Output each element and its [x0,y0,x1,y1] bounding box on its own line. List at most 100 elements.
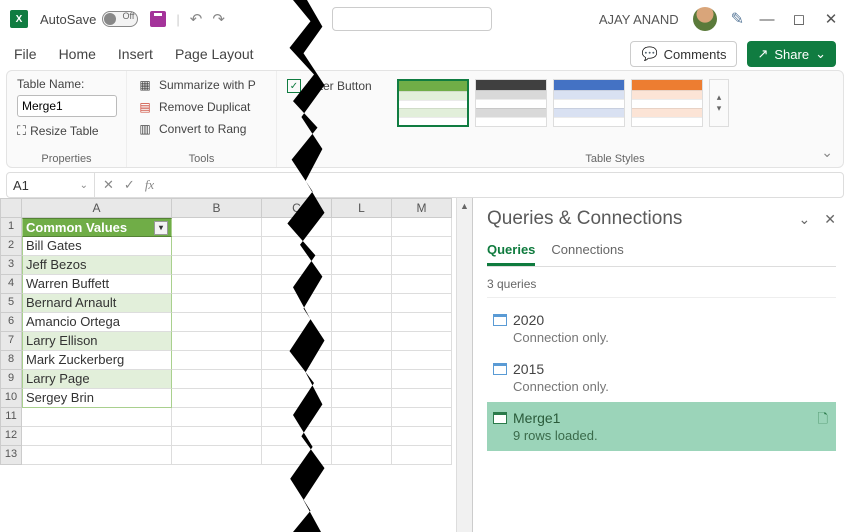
query-item[interactable]: 2020 Connection only. [487,304,836,353]
group-tools: ▦ Summarize with P ▤ Remove Duplicat ▥ C… [127,71,277,167]
row-header[interactable]: 10 [0,389,22,408]
table-style-green[interactable] [397,79,469,127]
comment-icon: 💬 [641,46,657,62]
enter-icon[interactable]: ✓ [124,177,135,193]
undo-icon[interactable]: ↶ [190,10,203,28]
remove-duplicates-button[interactable]: ▤ Remove Duplicat [137,99,266,115]
col-header[interactable]: C [262,198,332,218]
tab-file[interactable]: File [14,46,37,62]
divider: | [176,12,179,27]
search-input[interactable] [332,7,492,31]
query-count: 3 queries [487,277,836,298]
share-icon: ↗ [757,46,768,62]
titlebar: X AutoSave Off | ↶ ↷ AJAY ANAND ✎ — ◻ ✕ [0,0,850,38]
table-cell[interactable]: Jeff Bezos [22,256,172,275]
vertical-scrollbar[interactable]: ▲ [456,198,472,532]
row-header[interactable]: 1 [0,218,22,237]
queries-connections-panel: Queries & Connections ⌄ ✕ Queries Connec… [472,198,850,532]
row-header[interactable]: 2 [0,237,22,256]
checkbox-icon: ✓ [287,79,301,93]
resize-icon: ⛶ [17,123,26,139]
table-cell[interactable]: Amancio Ortega [22,313,172,332]
query-item[interactable]: 2015 Connection only. [487,353,836,402]
tab-home[interactable]: Home [59,46,96,62]
col-header[interactable]: B [172,198,262,218]
table-cell[interactable]: Mark Zuckerberg [22,351,172,370]
filter-button-checkbox[interactable]: ✓ Filter Button [287,77,377,93]
panel-tabs: Queries Connections [487,242,836,267]
ribbon-tabs: File Home Insert Page Layout 💬 Comments … [0,38,850,70]
convert-range-button[interactable]: ▥ Convert to Rang [137,121,266,137]
tab-pagelayout[interactable]: Page Layout [175,46,254,62]
table-style-blue[interactable] [553,79,625,127]
save-icon[interactable] [150,11,166,27]
col-header[interactable]: A [22,198,172,218]
close-icon[interactable]: ✕ [824,211,836,228]
query-item-selected[interactable]: Merge1 9 rows loaded. 🗋 [487,402,836,451]
collapse-ribbon-icon[interactable]: ⌄ [821,144,833,161]
chevron-down-icon[interactable]: ⌄ [799,211,811,228]
row-header[interactable]: 5 [0,294,22,313]
table-icon [493,363,507,375]
remove-dup-icon: ▤ [137,99,153,115]
redo-icon[interactable]: ↷ [212,10,225,28]
formula-bar: A1 ⌄ ✕ ✓ fx [6,172,844,198]
summarize-button[interactable]: ▦ Summarize with P [137,77,266,93]
pen-icon[interactable]: ✎ [731,9,744,29]
row-header[interactable]: 3 [0,256,22,275]
row-header[interactable]: 4 [0,275,22,294]
styles-more-button[interactable]: ▴▾ [709,79,729,127]
quick-access-toolbar: | ↶ ↷ [150,10,225,28]
table-cell[interactable]: Sergey Brin [22,389,172,408]
minimize-button[interactable]: — [758,11,776,28]
table-cell[interactable]: Larry Ellison [22,332,172,351]
table-icon [493,412,507,424]
table-cell[interactable]: Bernard Arnault [22,294,172,313]
fx-icon[interactable]: fx [145,177,154,193]
tablename-label: Table Name: [17,77,116,91]
row-header[interactable]: 7 [0,332,22,351]
table-header-cell[interactable]: Common Values ▾ [22,218,172,237]
tablename-input[interactable] [17,95,117,117]
col-header[interactable]: M [392,198,452,218]
row-header[interactable]: 6 [0,313,22,332]
scroll-up-icon[interactable]: ▲ [457,198,472,214]
table-cell[interactable]: Larry Page [22,370,172,389]
filter-dropdown-icon[interactable]: ▾ [154,221,168,235]
comments-button[interactable]: 💬 Comments [630,41,737,67]
chevron-down-icon: ⌄ [815,46,826,62]
group-properties: Table Name: ⛶ Resize Table Properties [7,71,127,167]
table-style-orange[interactable] [631,79,703,127]
tab-queries[interactable]: Queries [487,242,535,266]
avatar[interactable] [693,7,717,31]
col-header[interactable]: L [332,198,392,218]
refresh-icon[interactable]: 🗋 [818,410,828,432]
row-header[interactable]: 9 [0,370,22,389]
pivot-icon: ▦ [137,77,153,93]
close-button[interactable]: ✕ [822,10,840,28]
row-header[interactable]: 13 [0,446,22,465]
share-button[interactable]: ↗ Share ⌄ [747,41,836,67]
row-header[interactable]: 8 [0,351,22,370]
toggle-switch[interactable]: Off [102,11,138,27]
row-header[interactable]: 11 [0,408,22,427]
table-icon [493,314,507,326]
panel-title: Queries & Connections [487,208,682,230]
tab-insert[interactable]: Insert [118,46,153,62]
convert-icon: ▥ [137,121,153,137]
spreadsheet-grid[interactable]: A B C L M 1 Common Values ▾ 2 Bill Gates… [0,198,456,532]
autosave-label: AutoSave [40,12,96,27]
user-name: AJAY ANAND [599,12,679,27]
maximize-button[interactable]: ◻ [790,10,808,28]
table-cell[interactable]: Warren Buffett [22,275,172,294]
row-header[interactable]: 12 [0,427,22,446]
resize-table-button[interactable]: ⛶ Resize Table [17,123,116,139]
name-box[interactable]: A1 ⌄ [7,173,95,197]
cancel-icon[interactable]: ✕ [103,177,114,193]
excel-icon: X [10,10,28,28]
tab-connections[interactable]: Connections [551,242,623,266]
group-table-styles: ▴▾ Table Styles [387,71,843,167]
table-cell[interactable]: Bill Gates [22,237,172,256]
table-style-dark[interactable] [475,79,547,127]
autosave-toggle[interactable]: AutoSave Off [40,11,138,27]
